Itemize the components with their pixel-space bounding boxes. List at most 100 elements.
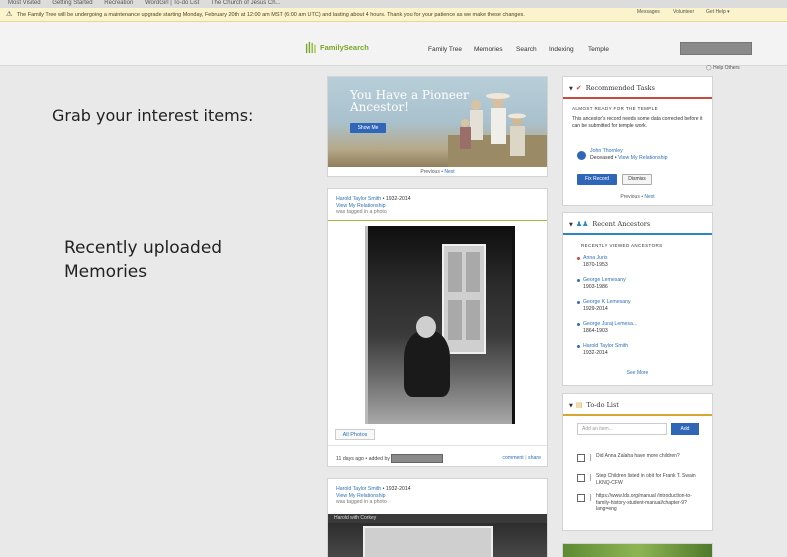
card-header: ▼ ♟♟ Recent Ancestors [563,213,712,234]
task-body: ALMOST READY FOR THE TEMPLE This ancesto… [572,106,704,129]
bookmark-item[interactable]: Getting Started [52,0,92,6]
messages-link[interactable]: Messages [637,9,660,15]
photo-door [442,244,486,354]
ancestor-name: Harold Taylor Smith [583,343,629,349]
warning-icon: ⚠ [6,11,13,18]
tagged-text: was tagged in a photo [336,499,387,505]
help-icon: ◯ [706,65,712,71]
get-help-link[interactable]: Get Help ▾ [706,9,730,15]
person-dates: • 1932-2014 [381,486,411,492]
task-description: This ancestor's record needs some data c… [572,115,703,129]
collapse-icon[interactable]: ▼ [569,222,573,228]
ancestor-dates: 1932-2014 [583,349,608,356]
divider [328,220,547,221]
logo-text: FamilySearch [320,43,369,52]
todo-checkbox[interactable] [577,494,585,502]
nav-indexing[interactable]: Indexing [549,46,574,53]
gender-dot-icon [577,345,580,348]
pager-next[interactable]: Next [644,194,654,200]
bookmark-item[interactable]: Most Visited [8,0,41,6]
bookmark-item[interactable]: Recreation [104,0,133,6]
nav-family-tree[interactable]: Family Tree [428,46,462,53]
alert-text: The Family Tree will be undergoing a mai… [16,12,525,18]
ancestors-subtitle: RECENTLY VIEWED ANCESTORS [581,243,663,248]
bottom-card-image [562,543,713,557]
ancestor-item[interactable]: Harold Taylor Smith 1932-2014 [577,343,637,365]
person-name-link[interactable]: Harold Taylor Smith [336,196,381,202]
memory-actions: comment | share [502,455,541,461]
see-more-link[interactable]: See More [563,370,712,376]
card-accent [563,233,712,235]
todo-checkbox[interactable] [577,454,585,462]
user-account-redacted[interactable] [680,42,752,55]
card-accent [563,414,712,416]
photo-subject [404,331,450,397]
person-status: Deceased • [590,154,619,161]
pioneer-family-image: You Have a Pioneer Ancestor! Show Me [328,77,547,167]
dismiss-button[interactable]: Dismiss [622,174,652,185]
memory-photo[interactable] [365,226,515,424]
ancestor-dates: 1903-1986 [583,283,608,290]
site-header [0,22,787,66]
memory-card: Harold Taylor Smith • 1932-2014 View My … [327,478,548,557]
view-relationship-link[interactable]: View My Relationship [618,155,668,161]
collapse-icon[interactable]: ▼ [569,403,573,409]
recent-ancestors-card: ▼ ♟♟ Recent Ancestors RECENTLY VIEWED ANCE… [562,212,713,386]
ancestor-name: George Juraj Lemesa... [583,321,638,327]
add-item-input[interactable]: Add an item... [577,423,667,435]
pager-next[interactable]: Next [444,169,454,175]
help-others-link[interactable]: ◯ Help Others [706,65,740,71]
bookmark-item[interactable]: The Church of Jesus Ch... [211,0,281,6]
ancestor-item[interactable]: George K Lemesany 1929-2014 [577,299,637,321]
comment-link[interactable]: comment [502,455,523,461]
fix-record-button[interactable]: Fix Record [577,174,617,185]
todo-item: https://www.lds.org/manual /introduction… [577,493,698,513]
tree-logo-icon [305,41,316,54]
ancestor-item[interactable]: George Lemesany 1903-1986 [577,277,637,299]
ancestor-item[interactable]: Anna Juris 1870-1953 [577,255,637,277]
show-me-button[interactable]: Show Me [350,123,386,133]
share-link[interactable]: share [528,455,541,461]
contributor-redacted[interactable] [391,454,444,463]
pager-previous[interactable]: Previous • [420,169,444,175]
card-accent [563,97,712,99]
ancestor-dates: 1929-2014 [583,305,608,312]
todo-list-card: ▼ ▤ To-do List Add an item... Add Did Anna… [562,393,713,531]
person-name-link[interactable]: Harold Taylor Smith [336,486,381,492]
memory-photo[interactable]: Harold with Corkey [328,514,547,557]
annotation-recent-line1: Recently uploaded [64,238,223,258]
annotation-grab-items: Grab your interest items: [52,106,254,125]
familysearch-logo[interactable]: FamilySearch [305,41,369,54]
pager-previous[interactable]: Previous • [620,194,644,200]
collapse-icon[interactable]: ▼ [569,86,573,92]
volunteer-link[interactable]: Volunteer [673,9,694,15]
maintenance-alert: ⚠ The Family Tree will be undergoing a m… [0,8,787,22]
gender-dot-icon [577,279,580,282]
recommended-tasks-card: ▼ ✔ Recommended Tasks ALMOST READY FOR THE… [562,76,713,206]
memory-header: Harold Taylor Smith • 1932-2014 View My … [336,196,411,216]
task-subtitle: ALMOST READY FOR THE TEMPLE [572,106,658,111]
memory-card: Harold Taylor Smith • 1932-2014 View My … [327,188,548,467]
add-item-button[interactable]: Add [671,423,699,435]
all-photos-button[interactable]: All Photos [335,429,375,440]
nav-search[interactable]: Search [516,46,537,53]
person-dates: • 1932-2014 [381,196,411,202]
memory-header: Harold Taylor Smith • 1932-2014 View My … [336,486,411,506]
todo-item: Step Children listed in obit for Frank T… [577,473,698,486]
ancestor-name: George Lemesany [583,277,626,283]
bookmark-item[interactable]: WordGirl | To-do List [145,0,199,6]
ancestor-item[interactable]: George Juraj Lemesa... 1864-1903 [577,321,637,343]
added-text: 11 days ago • added by [336,455,390,462]
card-title: Recent Ancestors [592,220,651,228]
todo-text: Did Anna Zalaha have more children? [596,453,680,459]
people-icon: ♟♟ [575,220,589,228]
nav-temple[interactable]: Temple [588,46,609,53]
photo-caption: Harold with Corkey [328,514,547,523]
todo-checkbox[interactable] [577,474,585,482]
task-pager: Previous • Next [563,194,712,200]
gender-dot-icon [577,323,580,326]
nav-memories[interactable]: Memories [474,46,503,53]
ancestor-dates: 1870-1953 [583,261,608,268]
card-title: To-do List [586,401,619,409]
promo-title: You Have a Pioneer Ancestor! [350,88,469,114]
